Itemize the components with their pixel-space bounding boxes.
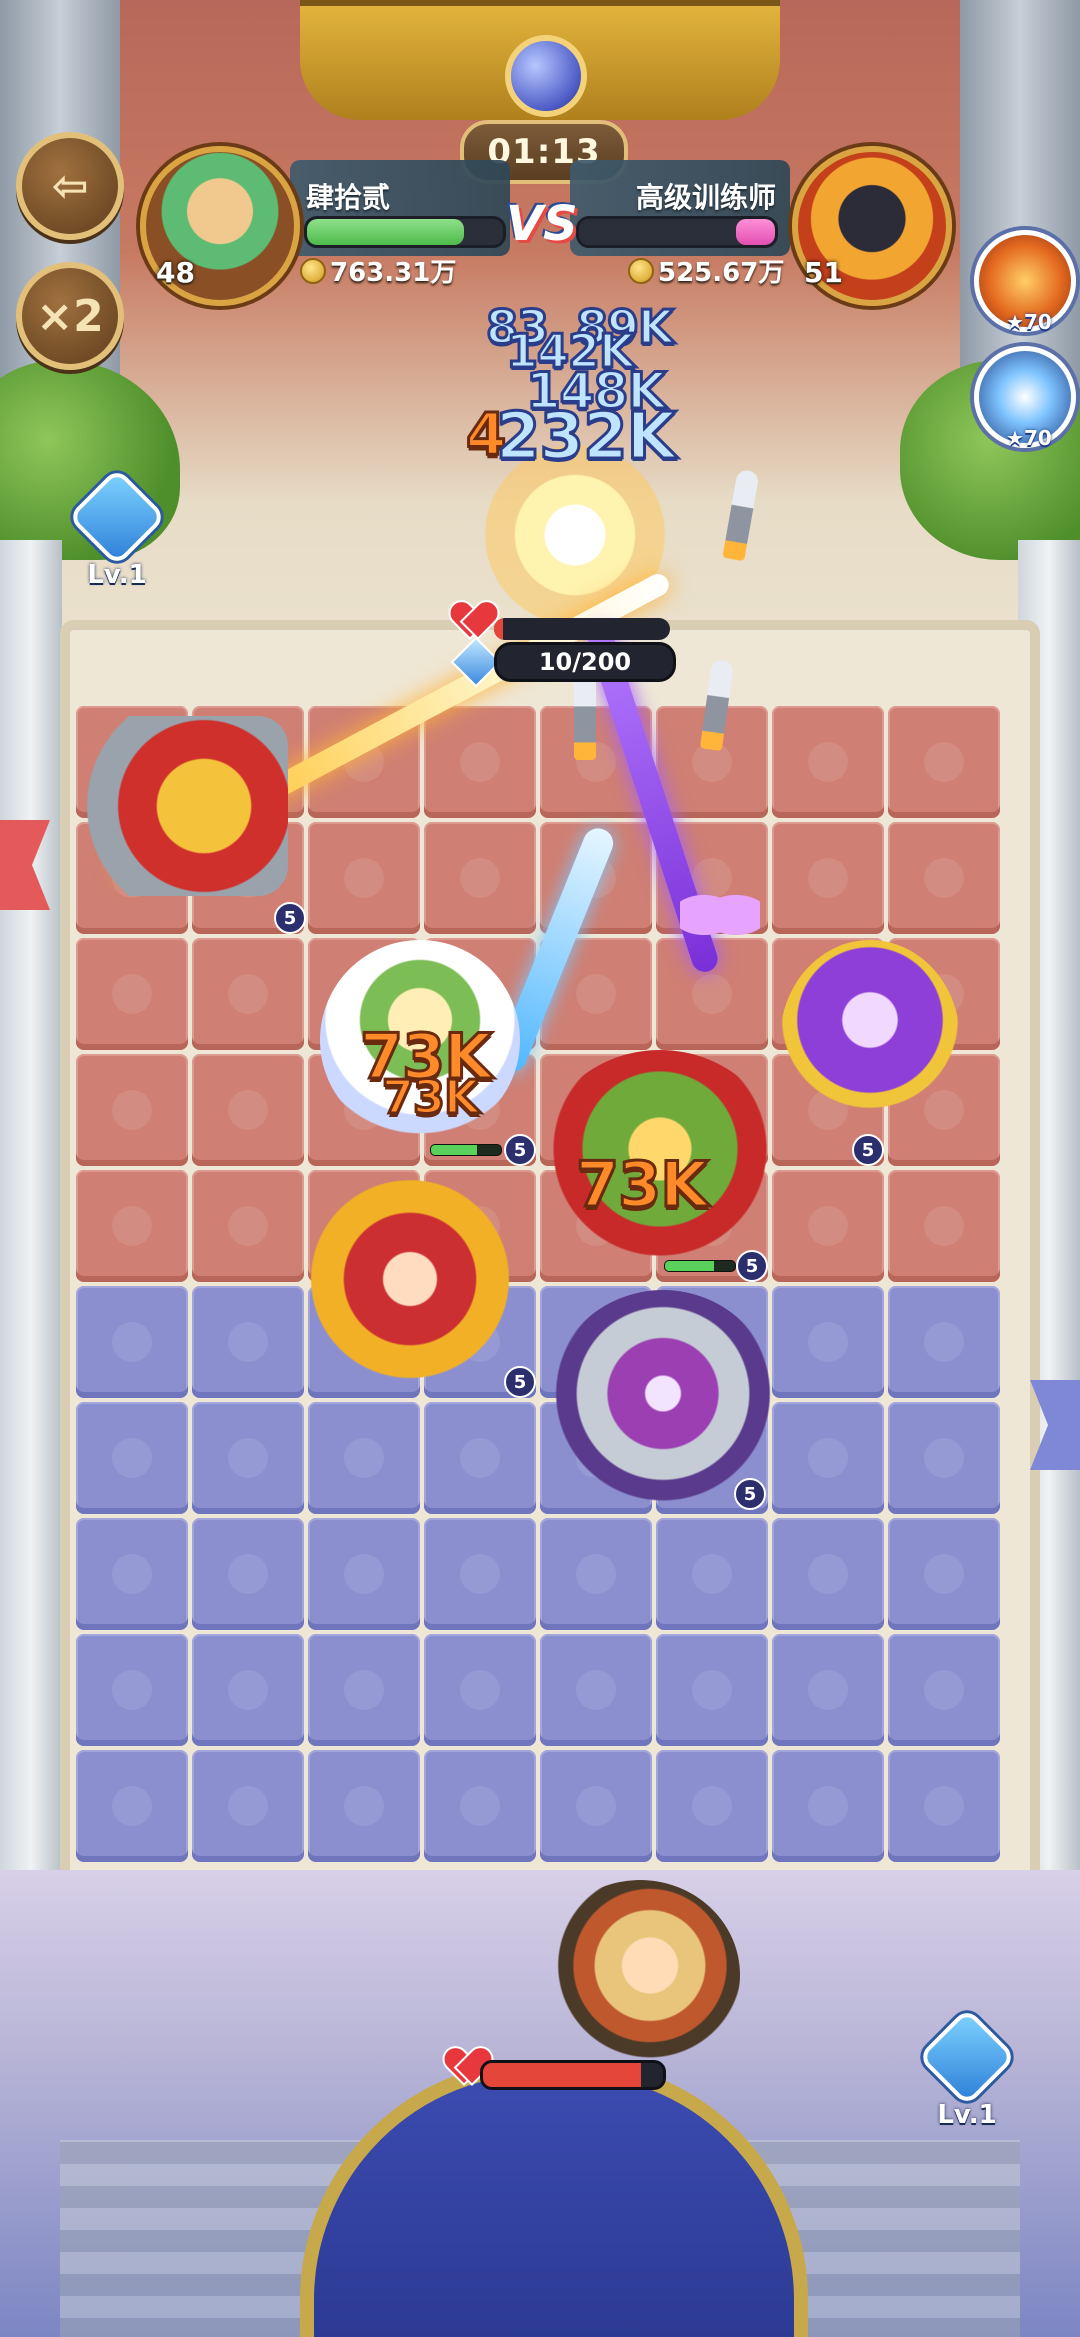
ally-tile[interactable]: [888, 1286, 1000, 1398]
ally-tile[interactable]: [308, 1750, 420, 1862]
ally-tile[interactable]: [540, 1518, 652, 1630]
crown-gem-icon: [505, 35, 587, 117]
gold-amount: 525.67万: [658, 258, 785, 288]
ally-tile[interactable]: [656, 1750, 768, 1862]
cannon-unit[interactable]: [78, 716, 288, 896]
enemy-tile[interactable]: [192, 938, 304, 1050]
unit-level-badge: 5: [852, 1134, 884, 1166]
level-text: Lv.1: [87, 560, 147, 590]
right-player-level: 51: [804, 256, 843, 289]
ally-tile[interactable]: [772, 1518, 884, 1630]
ally-tile[interactable]: [308, 1402, 420, 1514]
ally-tile[interactable]: [192, 1402, 304, 1514]
unit-hp-bar: [664, 1260, 736, 1272]
ally-tile[interactable]: [656, 1518, 768, 1630]
ally-tile[interactable]: [192, 1518, 304, 1630]
hero-gunner: [540, 1880, 740, 2070]
speed-label: ×2: [36, 290, 104, 342]
ally-tile[interactable]: [888, 1402, 1000, 1514]
enemy-tile[interactable]: [192, 1054, 304, 1166]
enemy-tile[interactable]: [424, 822, 536, 934]
exit-button[interactable]: ⇦: [16, 132, 124, 240]
ally-tile[interactable]: [772, 1286, 884, 1398]
enemy-tile[interactable]: [308, 822, 420, 934]
enemy-tile[interactable]: [424, 706, 536, 818]
heart-icon: [452, 602, 492, 638]
ally-tile[interactable]: [192, 1634, 304, 1746]
butterfly-icon: [680, 880, 760, 950]
monkey-king-unit[interactable]: [300, 1180, 520, 1400]
skill-cost: ★70: [1006, 426, 1052, 450]
ally-tile[interactable]: [308, 1518, 420, 1630]
unit-level-badge: 5: [734, 1478, 766, 1510]
boss-hp-bar: [494, 618, 670, 640]
hero-hp-bar: [480, 2060, 666, 2090]
ally-tile[interactable]: [308, 1634, 420, 1746]
ally-tile[interactable]: [76, 1518, 188, 1630]
ally-tile[interactable]: [76, 1634, 188, 1746]
unit-level-badge: 5: [274, 902, 306, 934]
level-text: Lv.1: [937, 2100, 997, 2130]
enemy-tile[interactable]: [888, 1170, 1000, 1282]
enemy-tile[interactable]: [192, 1170, 304, 1282]
ally-tile[interactable]: [192, 1286, 304, 1398]
left-player-name: 肆拾贰: [306, 181, 391, 214]
level-hourglass-icon: [67, 467, 167, 567]
enemy-tile[interactable]: [888, 822, 1000, 934]
enemy-tile[interactable]: [772, 1170, 884, 1282]
ally-tile[interactable]: [772, 1634, 884, 1746]
ally-tile[interactable]: [540, 1634, 652, 1746]
enemy-tile[interactable]: [76, 938, 188, 1050]
enemy-tile[interactable]: [76, 1170, 188, 1282]
damage-number: 73K: [381, 1069, 482, 1126]
left-wall: [0, 540, 62, 1960]
ally-tile[interactable]: [192, 1750, 304, 1862]
unit-hp-bar: [430, 1144, 502, 1156]
ally-tile[interactable]: [656, 1634, 768, 1746]
ally-tile[interactable]: [76, 1402, 188, 1514]
mage-unit[interactable]: [780, 940, 960, 1140]
ally-tile[interactable]: [888, 1518, 1000, 1630]
damage-number: 73K: [574, 1147, 709, 1223]
enemy-tile[interactable]: [772, 822, 884, 934]
ally-tile[interactable]: [888, 1634, 1000, 1746]
ally-tile[interactable]: [888, 1750, 1000, 1862]
ally-tile[interactable]: [540, 1750, 652, 1862]
unit-level-badge: 5: [504, 1134, 536, 1166]
coin-icon: [300, 258, 326, 284]
ally-tile[interactable]: [424, 1750, 536, 1862]
missile-icon: [574, 670, 596, 760]
boss-hp-counter: 10/200: [494, 642, 676, 682]
coin-icon: [628, 258, 654, 284]
damage-number: 232K: [494, 399, 677, 476]
left-player-gold: 763.31万: [300, 252, 456, 289]
right-player-hp-bar: [576, 216, 778, 248]
exit-door-icon: ⇦: [51, 160, 89, 212]
ally-tile[interactable]: [76, 1750, 188, 1862]
left-player-hp-bar: [304, 216, 506, 248]
enemy-tile[interactable]: [772, 706, 884, 818]
enemy-tile[interactable]: [888, 706, 1000, 818]
speed-button[interactable]: ×2: [16, 262, 124, 370]
ally-tile[interactable]: [424, 1634, 536, 1746]
player-level-badge[interactable]: Lv.1: [917, 2007, 1017, 2130]
ally-tile[interactable]: [76, 1286, 188, 1398]
enemy-level-badge[interactable]: Lv.1: [67, 467, 167, 590]
right-player-name: 高级训练师: [636, 181, 777, 214]
game-scene: 5 5 5 5 5 5 83 89K 142K 148K 4 232K 73K …: [0, 0, 1080, 2337]
gold-amount: 763.31万: [330, 258, 457, 288]
left-player-level: 48: [156, 256, 195, 289]
level-hourglass-icon: [917, 2007, 1017, 2107]
enemy-tile[interactable]: [76, 1054, 188, 1166]
right-player-gold: 525.67万: [628, 252, 784, 289]
vs-icon: VS: [506, 196, 578, 252]
ally-tile[interactable]: [772, 1750, 884, 1862]
unit-level-badge: 5: [504, 1366, 536, 1398]
ally-tile[interactable]: [772, 1402, 884, 1514]
ally-tile[interactable]: [424, 1518, 536, 1630]
unit-level-badge: 5: [736, 1250, 768, 1282]
ally-tile[interactable]: [424, 1402, 536, 1514]
skill-cost: ★70: [1006, 310, 1052, 334]
